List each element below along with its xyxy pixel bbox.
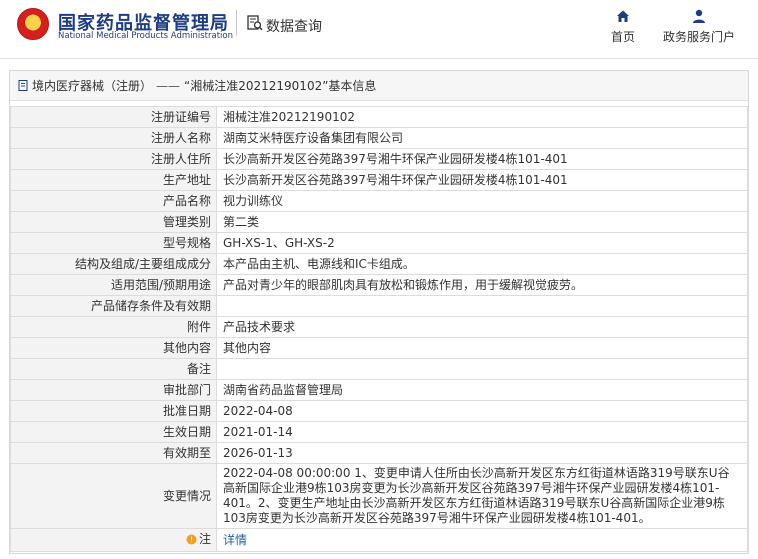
note-label: ! 注 (186, 529, 211, 549)
field-value: 产品对青少年的眼部肌肉具有放松和锻炼作用，用于缓解视觉疲劳。 (216, 274, 748, 296)
field-value: 本产品由主机、电源线和IC卡组成。 (216, 253, 748, 275)
document-icon (18, 80, 28, 91)
table-row: 注册人住所 长沙高新开发区谷苑路397号湘牛环保产业园研发楼4栋101-401 (10, 148, 748, 170)
field-label: 产品名称 (10, 190, 217, 212)
breadcrumb: 境内医疗器械（注册） —— “湘械注准20212190102”基本信息 (10, 71, 748, 101)
field-value: 湘械注准20212190102 (216, 106, 748, 128)
site-header: 国家药品监督管理局 National Medical Products Admi… (0, 0, 758, 58)
data-query-icon (247, 15, 263, 31)
field-value: 湖南省药品监督管理局 (216, 379, 748, 401)
table-row: 其他内容 其他内容 (10, 337, 748, 359)
field-value: 视力训练仪 (216, 190, 748, 212)
field-label: 有效期至 (10, 442, 217, 464)
table-row: 生产地址 长沙高新开发区谷苑路397号湘牛环保产业园研发楼4栋101-401 (10, 169, 748, 191)
table-row: 批准日期 2022-04-08 (10, 400, 748, 422)
field-label: 注册人名称 (10, 127, 217, 149)
home-icon (617, 10, 629, 22)
field-value: 2022-04-08 (216, 400, 748, 422)
nav-service-portal[interactable]: 政务服务门户 (660, 8, 738, 45)
field-label: 其他内容 (10, 337, 217, 359)
breadcrumb-title: “湘械注准20212190102”基本信息 (184, 79, 377, 93)
header-divider (236, 10, 237, 36)
note-label-text: 注 (198, 532, 211, 546)
info-table: 注册证编号 湘械注准20212190102 注册人名称 湖南艾米特医疗设备集团有限公司… (10, 106, 748, 552)
table-row: 附件 产品技术要求 (10, 316, 748, 338)
field-value: 长沙高新开发区谷苑路397号湘牛环保产业园研发楼4栋101-401 (216, 169, 748, 191)
change-label: 变更情况 (10, 463, 217, 529)
field-value: 湖南艾米特医疗设备集团有限公司 (216, 127, 748, 149)
breadcrumb-category[interactable]: 境内医疗器械（注册） (32, 77, 152, 94)
table-row: 生效日期 2021-01-14 (10, 421, 748, 443)
table-row: 产品储存条件及有效期 (10, 295, 748, 317)
table-row: 有效期至 2026-01-13 (10, 442, 748, 464)
field-label: 适用范围/预期用途 (10, 274, 217, 296)
field-label: 注册人住所 (10, 148, 217, 170)
table-row: 结构及组成/主要组成成分 本产品由主机、电源线和IC卡组成。 (10, 253, 748, 275)
field-value: 2026-01-13 (216, 442, 748, 464)
field-label: 管理类别 (10, 211, 217, 233)
field-label: 附件 (10, 316, 217, 338)
field-label: 备注 (10, 358, 217, 380)
svg-text:!: ! (190, 535, 193, 544)
details-link[interactable]: 详情 (223, 533, 247, 547)
table-row-change: 变更情况 2022-04-08 00:00:00 1、变更申请人住所由长沙高新开发… (10, 463, 748, 529)
nav-service-label: 政务服务门户 (662, 30, 735, 44)
field-label: 注册证编号 (10, 106, 217, 128)
change-value: 2022-04-08 00:00:00 1、变更申请人住所由长沙高新开发区东方红… (216, 463, 748, 529)
user-icon (693, 9, 705, 23)
field-value (216, 358, 748, 380)
field-value: 第二类 (216, 211, 748, 233)
brand-name-en: National Medical Products Administration (58, 31, 233, 41)
table-row: 注册证编号 湘械注准20212190102 (10, 106, 748, 128)
field-value: 2021-01-14 (216, 421, 748, 443)
page-section-title: 数据查询 (266, 19, 322, 35)
info-icon: ! (186, 534, 197, 544)
header-separator (0, 58, 758, 59)
field-value: GH-XS-1、GH-XS-2 (216, 232, 748, 254)
field-label: 结构及组成/主要组成成分 (10, 253, 217, 275)
detail-panel: 境内医疗器械（注册） —— “湘械注准20212190102”基本信息 注册证编… (9, 70, 749, 554)
field-value (216, 295, 748, 317)
field-value: 长沙高新开发区谷苑路397号湘牛环保产业园研发楼4栋101-401 (216, 148, 748, 170)
field-value: 产品技术要求 (216, 316, 748, 338)
table-row: 管理类别 第二类 (10, 211, 748, 233)
table-row: 注册人名称 湖南艾米特医疗设备集团有限公司 (10, 127, 748, 149)
field-label: 型号规格 (10, 232, 217, 254)
table-row: 适用范围/预期用途 产品对青少年的眼部肌肉具有放松和锻炼作用，用于缓解视觉疲劳。 (10, 274, 748, 296)
national-emblem-icon (17, 8, 49, 40)
table-row: 审批部门 湖南省药品监督管理局 (10, 379, 748, 401)
nav-home-label: 首页 (610, 30, 635, 44)
field-value: 其他内容 (216, 337, 748, 359)
field-label: 产品储存条件及有效期 (10, 295, 217, 317)
field-label: 审批部门 (10, 379, 217, 401)
note-value-cell: 详情 (216, 528, 748, 552)
breadcrumb-separator: —— (156, 78, 181, 93)
table-row-note: ! 注详情 (10, 528, 748, 552)
table-row: 备注 (10, 358, 748, 380)
nav-home[interactable]: 首页 (606, 8, 640, 45)
field-label: 生效日期 (10, 421, 217, 443)
table-row: 型号规格 GH-XS-1、GH-XS-2 (10, 232, 748, 254)
field-label: 生产地址 (10, 169, 217, 191)
field-label: 批准日期 (10, 400, 217, 422)
note-label-cell: ! 注 (10, 528, 217, 552)
table-row: 产品名称 视力训练仪 (10, 190, 748, 212)
